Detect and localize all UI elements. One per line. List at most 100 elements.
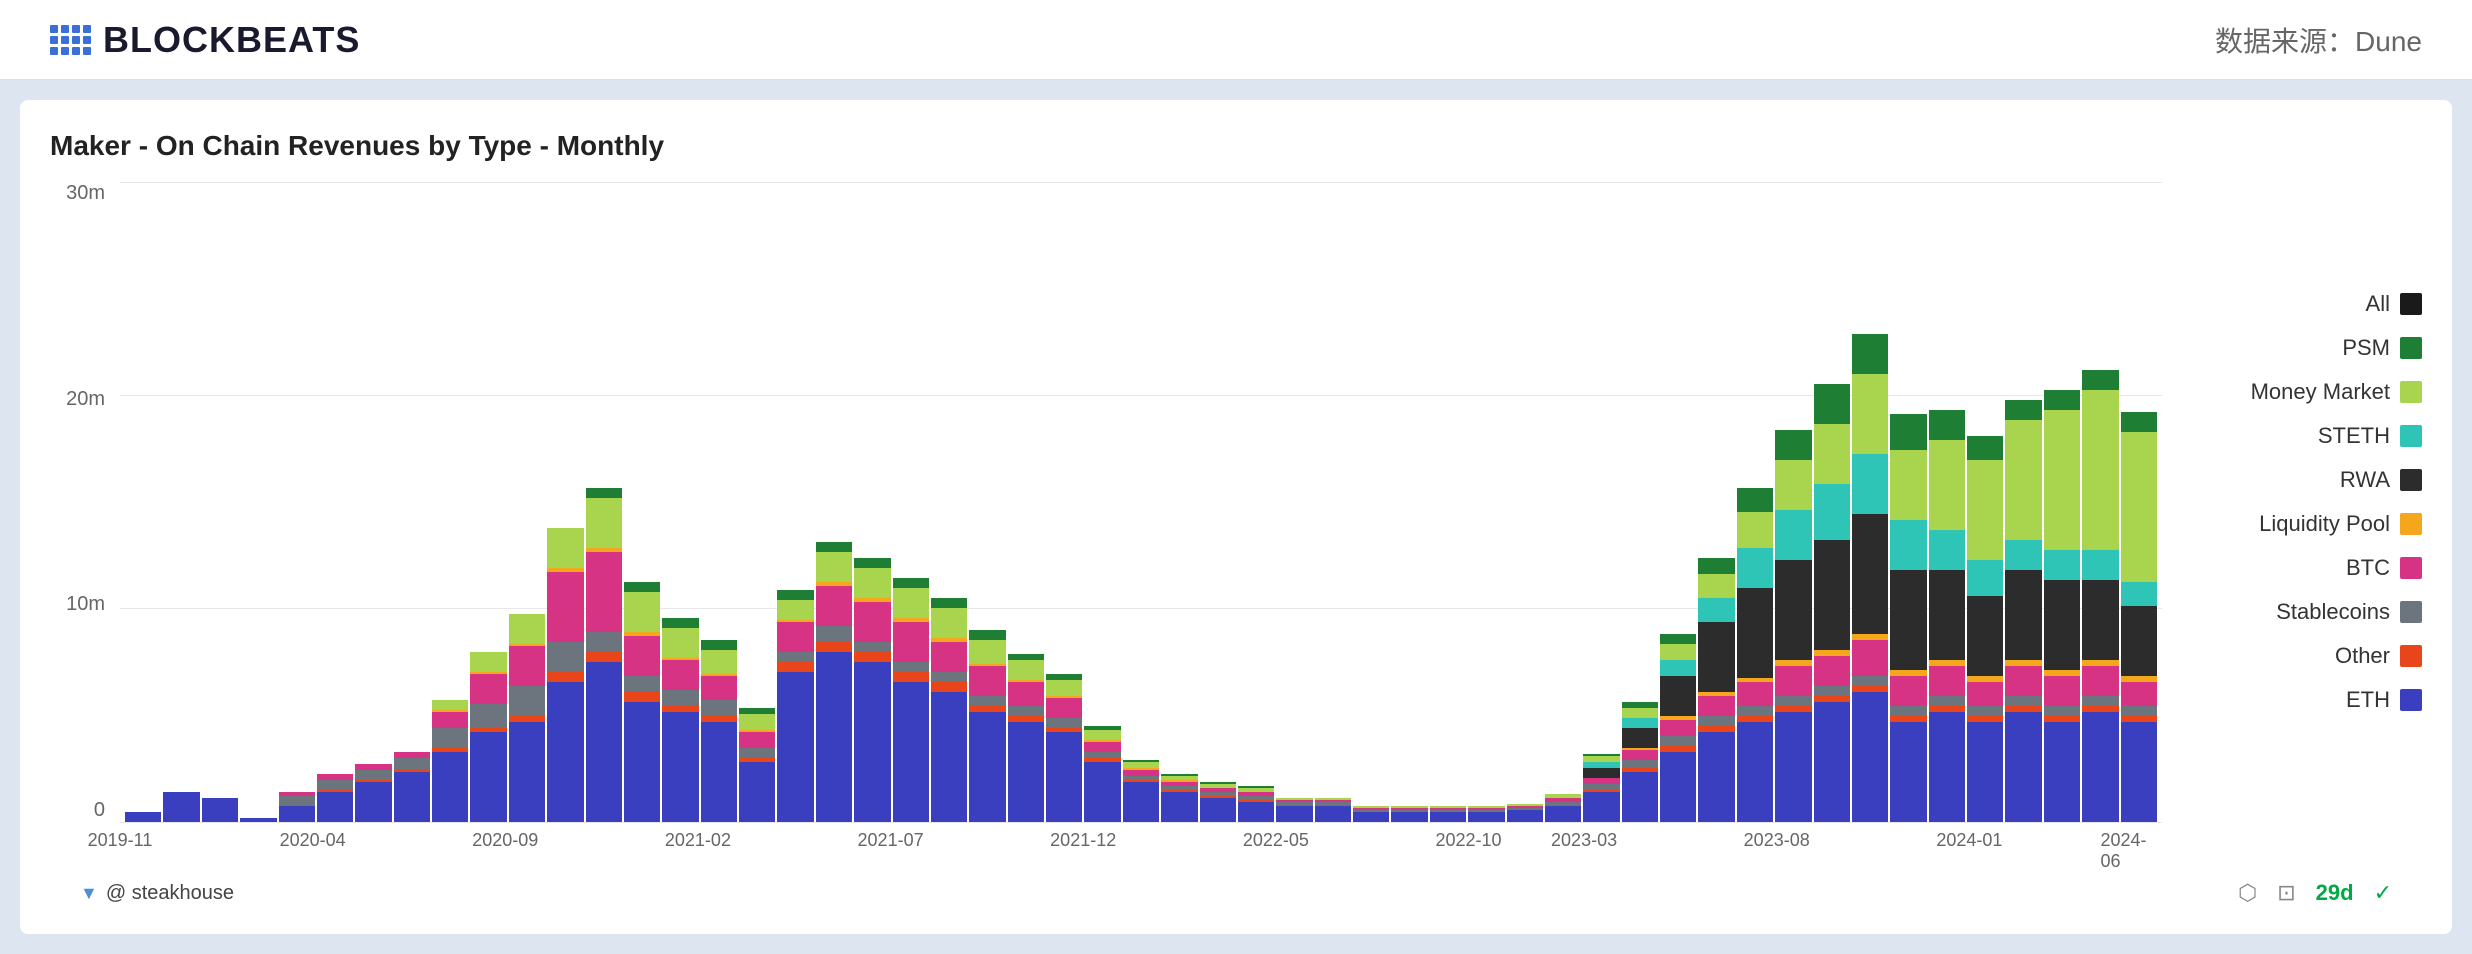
bar-segment-steth [2121,582,2157,606]
bar-segment-eth [1353,812,1389,822]
y-label-10m: 10m [66,593,105,616]
bar-segment-eth [1967,722,2003,822]
bar-segment-mm [931,608,967,638]
bar-group [432,182,468,822]
bar-group [1775,182,1811,822]
bar-segment-eth [163,792,199,822]
bar-segment-psm [1890,414,1926,450]
bar-segment-eth [586,662,622,822]
bar-stack [509,614,545,822]
bar-segment-psm [1737,488,1773,512]
share-icon[interactable]: ⬡ [2238,880,2257,906]
legend-item-money-market: Money Market [2192,379,2422,405]
bar-segment-mm [1967,460,2003,560]
bar-segment-steth [2082,550,2118,580]
bar-segment-btc [931,642,967,672]
bar-segment-eth [1507,810,1543,822]
legend-swatch [2400,601,2422,623]
bar-segment-psm [969,630,1005,640]
bar-segment-stablecoins [1775,696,1811,706]
bar-segment-btc [509,646,545,686]
bar-segment-mm [777,600,813,620]
bar-segment-stablecoins [777,652,813,662]
bar-segment-stablecoins [279,796,315,806]
y-label-30m: 30m [66,182,105,205]
bar-stack [1583,754,1619,822]
bar-stack [1238,786,1274,822]
bar-segment-psm [931,598,967,608]
bar-segment-mm [1008,660,1044,680]
bar-segment-psm [624,582,660,592]
bar-segment-eth [816,652,852,822]
bar-segment-rwa [1775,560,1811,660]
legend-item-stablecoins: Stablecoins [2192,599,2422,625]
bar-segment-eth [1430,812,1466,822]
bar-segment-rwa [1967,596,2003,676]
data-source-label: 数据来源：Dune [2215,20,2422,60]
bar-segment-btc [1967,682,2003,706]
bar-segment-eth [547,682,583,822]
legend-swatch [2400,689,2422,711]
bar-group [2121,182,2157,822]
x-label-2019-11: 2019-11 [88,830,153,851]
bar-segment-other [586,652,622,662]
bar-group [854,182,890,822]
bar-segment-steth [1967,560,2003,596]
bar-segment-eth [1391,812,1427,822]
bar-segment-rwa [2005,570,2041,660]
bar-segment-psm [1814,384,1850,424]
chart-container: Maker - On Chain Revenues by Type - Mont… [20,100,2452,934]
bar-segment-eth [1008,722,1044,822]
bar-stack [394,752,430,822]
bar-stack [1545,794,1581,822]
bar-stack [739,708,775,822]
legend-label: PSM [2342,335,2390,361]
bar-segment-mm [624,592,660,632]
bar-segment-eth [1890,722,1926,822]
bar-group [2005,182,2041,822]
bar-segment-eth [777,672,813,822]
bar-segment-eth [739,762,775,822]
camera-icon[interactable]: ⊡ [2277,880,2295,906]
bar-segment-stablecoins [854,642,890,652]
bar-group [279,182,315,822]
bar-segment-eth [317,792,353,822]
bar-segment-steth [2005,540,2041,570]
bar-group [1967,182,2003,822]
bar-group [547,182,583,822]
bar-segment-stablecoins [662,690,698,706]
y-label-20m: 20m [66,388,105,411]
legend-item-all: All [2192,291,2422,317]
attribution-arrow-icon: ▼ [80,883,98,904]
bar-segment-eth [1660,752,1696,822]
bar-segment-eth [470,732,506,822]
legend-label: BTC [2346,555,2390,581]
bar-segment-eth [202,798,238,822]
legend-swatch [2400,557,2422,579]
bar-stack [1200,782,1236,822]
x-label-2020-04: 2020-04 [280,830,346,851]
bar-segment-psm [854,558,890,568]
bar-group [931,182,967,822]
bar-stack [547,528,583,822]
x-label-2023-03: 2023-03 [1551,830,1617,851]
bar-group [125,182,161,822]
bar-segment-eth [931,692,967,822]
bar-segment-stablecoins [547,642,583,672]
attribution: ▼ @ steakhouse [80,882,234,905]
bar-segment-psm [586,488,622,498]
bar-segment-btc [1814,656,1850,686]
bar-segment-psm [1929,410,1965,440]
bar-segment-eth [1929,712,1965,822]
bar-segment-steth [1698,598,1734,622]
page: BLOCKBEATS 数据来源：Dune Maker - On Chain Re… [0,0,2472,954]
bar-segment-eth [1200,798,1236,822]
bar-segment-stablecoins [394,758,430,770]
bar-segment-stablecoins [1008,706,1044,716]
bar-group [1200,182,1236,822]
legend-item-liquidity-pool: Liquidity Pool [2192,511,2422,537]
bar-segment-stablecoins [624,676,660,692]
attribution-text: @ steakhouse [106,882,234,905]
legend: AllPSMMoney MarketSTETHRWALiquidity Pool… [2172,182,2422,822]
footer: ▼ @ steakhouse ⬡ ⊡ 29d ✓ [50,872,2422,914]
